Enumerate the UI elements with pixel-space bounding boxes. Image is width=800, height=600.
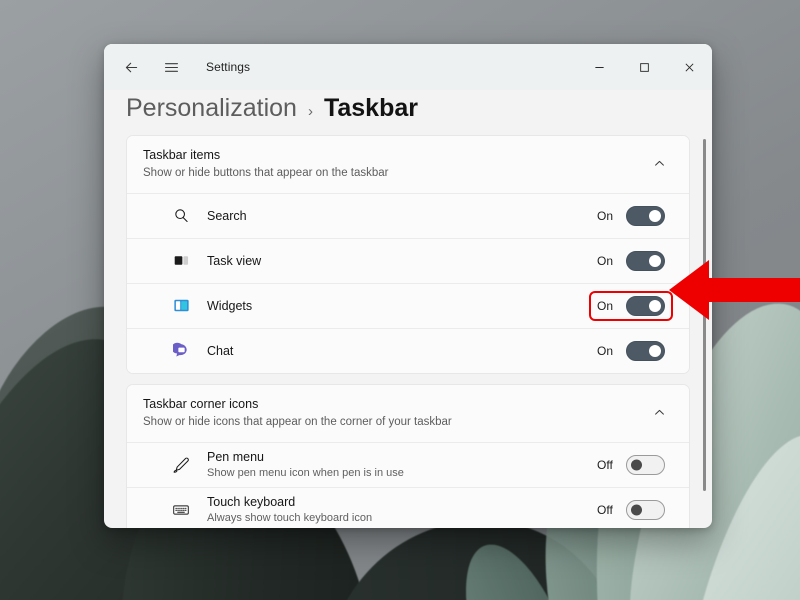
row-text: Widgets — [207, 298, 589, 314]
toggle-group[interactable]: On — [589, 246, 673, 276]
scrollbar-thumb[interactable] — [703, 139, 706, 491]
row-label: Chat — [207, 343, 589, 359]
row-description: Show pen menu icon when pen is in use — [207, 466, 589, 481]
row-text: Task view — [207, 253, 589, 269]
row-text: Chat — [207, 343, 589, 359]
toggle-group[interactable]: Off — [589, 450, 673, 480]
row-label: Search — [207, 208, 589, 224]
settings-card: Taskbar corner iconsShow or hide icons t… — [126, 384, 690, 528]
desktop-wallpaper: Settings Personalization › Taskbar Taskb… — [0, 0, 800, 600]
highlighted-toggle-group[interactable]: On — [589, 291, 673, 321]
row-icon-wrap — [169, 294, 193, 318]
settings-window: Settings Personalization › Taskbar Taskb… — [104, 44, 712, 528]
close-button[interactable] — [667, 44, 712, 90]
touch-keyboard-icon — [172, 501, 190, 519]
row-text: Touch keyboardAlways show touch keyboard… — [207, 494, 589, 526]
settings-card: Taskbar itemsShow or hide buttons that a… — [126, 135, 690, 374]
window-controls — [577, 44, 712, 90]
row-icon-wrap — [169, 204, 193, 228]
card-subtitle: Show or hide icons that appear on the co… — [143, 414, 645, 430]
chevron-up-icon[interactable] — [645, 399, 673, 427]
card-title: Taskbar items — [143, 147, 645, 164]
settings-scroll-area: Taskbar itemsShow or hide buttons that a… — [104, 135, 712, 528]
breadcrumb-separator-icon: › — [308, 103, 313, 120]
row-icon-wrap — [169, 339, 193, 363]
card-title: Taskbar corner icons — [143, 396, 645, 413]
settings-row[interactable]: Pen menuShow pen menu icon when pen is i… — [127, 442, 689, 487]
toggle-state-label: Off — [597, 458, 616, 472]
row-label: Touch keyboard — [207, 494, 589, 510]
window-titlebar: Settings — [104, 44, 712, 90]
back-arrow-icon[interactable] — [114, 51, 148, 83]
row-icon-wrap — [169, 249, 193, 273]
row-description: Always show touch keyboard icon — [207, 511, 589, 526]
settings-row[interactable]: Chat On — [127, 328, 689, 373]
chevron-up-icon[interactable] — [645, 150, 673, 178]
row-icon-wrap — [169, 453, 193, 477]
row-text: Pen menuShow pen menu icon when pen is i… — [207, 449, 589, 481]
page-title: Taskbar — [324, 94, 418, 123]
minimize-button[interactable] — [577, 44, 622, 90]
row-icon-wrap — [169, 498, 193, 522]
card-header-text: Taskbar itemsShow or hide buttons that a… — [143, 147, 645, 181]
window-title: Settings — [206, 60, 250, 74]
toggle-state-label: On — [597, 299, 616, 313]
toggle-state-label: Off — [597, 503, 616, 517]
toggle-switch[interactable] — [626, 296, 665, 316]
settings-row[interactable]: Touch keyboardAlways show touch keyboard… — [127, 487, 689, 528]
toggle-switch[interactable] — [626, 251, 665, 271]
settings-row[interactable]: Widgets On — [127, 283, 689, 328]
row-label: Widgets — [207, 298, 589, 314]
toggle-group[interactable]: On — [589, 201, 673, 231]
pen-menu-icon — [172, 456, 190, 474]
breadcrumb-root[interactable]: Personalization — [126, 94, 297, 123]
widgets-icon — [173, 297, 190, 314]
toggle-state-label: On — [597, 209, 616, 223]
toggle-switch[interactable] — [626, 206, 665, 226]
hamburger-menu-icon[interactable] — [154, 51, 188, 83]
toggle-group[interactable]: Off — [589, 495, 673, 525]
toggle-state-label: On — [597, 254, 616, 268]
toggle-switch[interactable] — [626, 500, 665, 520]
toggle-switch[interactable] — [626, 341, 665, 361]
card-header[interactable]: Taskbar corner iconsShow or hide icons t… — [127, 385, 689, 442]
maximize-button[interactable] — [622, 44, 667, 90]
task-view-icon — [173, 252, 190, 269]
chat-icon — [173, 342, 190, 359]
toggle-group[interactable]: On — [589, 336, 673, 366]
settings-row[interactable]: Task view On — [127, 238, 689, 283]
scrollbar[interactable] — [703, 139, 706, 500]
row-text: Search — [207, 208, 589, 224]
card-subtitle: Show or hide buttons that appear on the … — [143, 165, 645, 181]
search-icon — [173, 207, 190, 224]
toggle-state-label: On — [597, 344, 616, 358]
settings-row[interactable]: Search On — [127, 193, 689, 238]
toggle-switch[interactable] — [626, 455, 665, 475]
row-label: Pen menu — [207, 449, 589, 465]
row-label: Task view — [207, 253, 589, 269]
breadcrumb: Personalization › Taskbar — [104, 90, 712, 135]
card-header[interactable]: Taskbar itemsShow or hide buttons that a… — [127, 136, 689, 193]
card-header-text: Taskbar corner iconsShow or hide icons t… — [143, 396, 645, 430]
